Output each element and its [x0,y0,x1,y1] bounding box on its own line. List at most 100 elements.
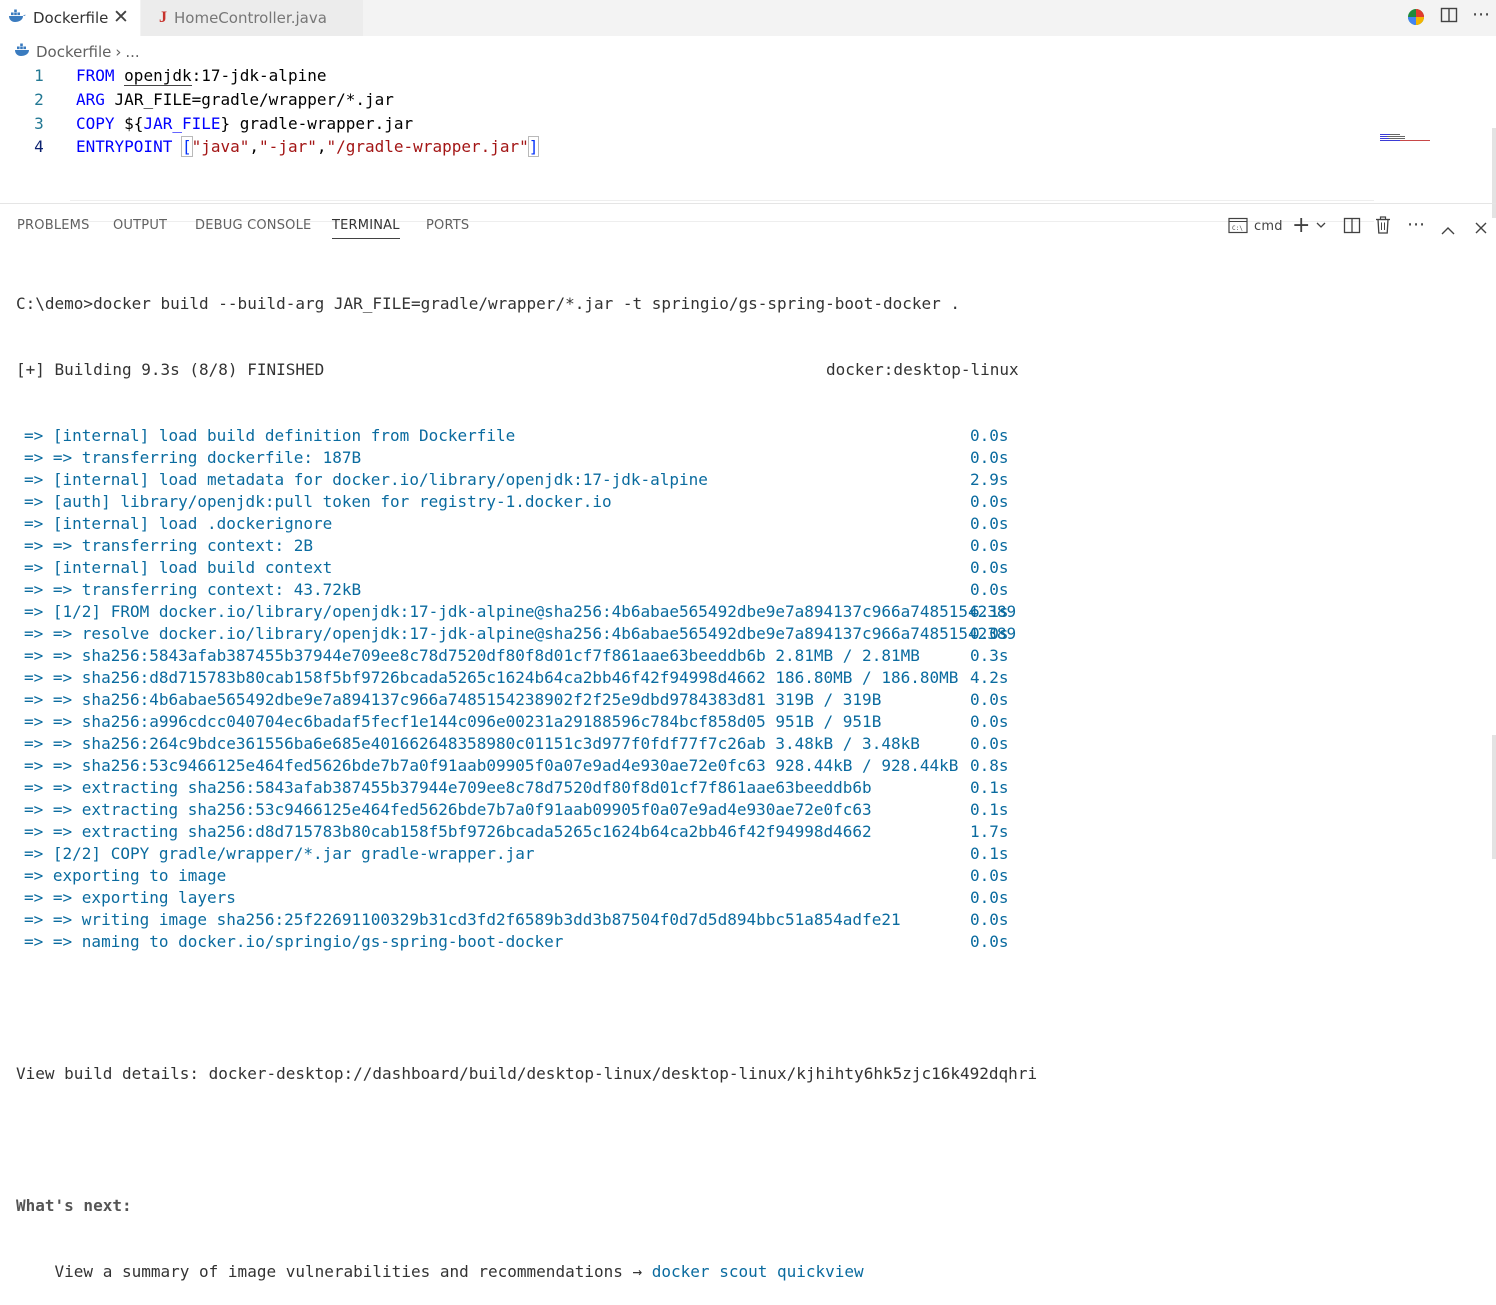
breadcrumb: Dockerfile › ... [14,41,144,63]
build-step-row: => => sha256:a996cdcc040704ec6badaf5fecf… [16,711,1037,733]
comma: , [249,137,260,156]
build-step-row: => => sha256:264c9bdce361556ba6e685e4016… [16,733,1037,755]
build-step-row: => => sha256:d8d715783b80cab158f5bf9726b… [16,667,1037,689]
code-editor[interactable]: 1 FROM openjdk:17-jdk-alpine 2 ARG JAR_F… [0,64,1496,222]
build-step-text: => => writing image sha256:25f2269110032… [24,910,901,929]
tab-terminal[interactable]: TERMINAL [332,218,400,239]
build-step-time: 0.0s [970,558,1009,577]
build-step-text: => => exporting layers [24,888,236,907]
keyword: ARG [76,90,105,109]
keyword: ENTRYPOINT [76,137,173,156]
line-number: 3 [34,114,44,133]
build-step-time: 1.7s [970,822,1009,841]
copilot-chart-icon[interactable] [1405,6,1427,32]
build-step-time: 0.0s [970,734,1009,753]
tab-problems[interactable]: PROBLEMS [17,218,90,233]
docker-whale-icon [8,9,26,27]
minimap[interactable] [1380,128,1430,141]
more-actions-icon[interactable]: ⋯ [1407,214,1425,235]
build-step-text: => exporting to image [24,866,227,885]
tab-debug-console[interactable]: DEBUG CONSOLE [195,218,311,233]
editor-tab-bar: Dockerfile ✕ J HomeController.java ⋯ [0,0,1496,36]
chevron-down-icon[interactable] [1316,219,1326,232]
whats-next-heading: What's next: [16,1196,132,1215]
tab-label: Dockerfile [33,9,109,27]
build-step-text: => => extracting sha256:d8d715783b80cab1… [24,822,872,841]
build-step-text: => => extracting sha256:53c9466125e464fe… [24,800,872,819]
tab-homecontroller[interactable]: J HomeController.java [141,0,363,36]
build-step-row: => => exporting layers 0.0s [16,887,1037,909]
terminal-icon[interactable]: C:\ [1228,217,1248,239]
tab-label: HomeController.java [174,9,327,27]
build-step-time: 0.0s [970,690,1009,709]
build-step-row: => [2/2] COPY gradle/wrapper/*.jar gradl… [16,843,1037,865]
split-editor-icon[interactable] [1440,6,1458,28]
tab-ports[interactable]: PORTS [426,218,469,233]
terminal-output[interactable]: C:\demo>docker build --build-arg JAR_FIL… [16,249,1037,1305]
breadcrumb-file[interactable]: Dockerfile [36,43,111,61]
java-icon: J [159,9,167,26]
build-step-time: 0.0s [970,580,1009,599]
build-details-link: View build details: docker-desktop://das… [16,1064,1038,1083]
tab-output[interactable]: OUTPUT [113,218,167,233]
build-step-row: => exporting to image 0.0s [16,865,1037,887]
build-step-text: => => resolve docker.io/library/openjdk:… [24,624,1017,643]
breadcrumb-separator: › [115,43,122,61]
build-step-time: 0.0s [970,910,1009,929]
build-step-text: => [internal] load build context [24,558,333,577]
breadcrumb-more[interactable]: ... [125,43,139,61]
build-step-time: 2.9s [970,470,1009,489]
terminal-command: C:\demo>docker build --build-arg JAR_FIL… [16,294,961,313]
code-line: ARG JAR_FILE=gradle/wrapper/*.jar [76,90,394,109]
copy-target: gradle-wrapper.jar [230,114,414,133]
string: "/gradle-wrapper.jar" [326,137,529,156]
build-step-time: 0.8s [970,756,1009,775]
build-step-time: 0.0s [970,888,1009,907]
keyword: COPY [76,114,115,133]
code-line: FROM openjdk:17-jdk-alpine [76,66,327,86]
build-step-row: => => sha256:4b6abae565492dbe9e7a894137c… [16,689,1037,711]
build-step-time: 0.0s [970,932,1009,951]
build-step-row: => => transferring dockerfile: 187B 0.0s [16,447,1037,469]
build-status: [+] Building 9.3s (8/8) FINISHED [16,360,325,379]
build-step-time: 0.1s [970,844,1009,863]
build-step-time: 6.1s [970,602,1009,621]
line-number: 4 [34,137,44,156]
build-step-row: => [auth] library/openjdk:pull token for… [16,491,1037,513]
build-step-text: => => sha256:d8d715783b80cab158f5bf9726b… [24,668,959,687]
build-step-time: 0.0s [970,536,1009,555]
more-actions-icon[interactable]: ⋯ [1472,4,1490,25]
terminal-shell-name[interactable]: cmd [1254,219,1283,234]
build-step-row: => => resolve docker.io/library/openjdk:… [16,623,1037,645]
terminal-scrollbar[interactable] [1492,735,1496,859]
build-step-text: => => naming to docker.io/springio/gs-sp… [24,932,564,951]
build-step-time: 0.3s [970,646,1009,665]
whats-next-line: View a summary of image vulnerabilities … [16,1261,1037,1283]
build-step-text: => => transferring dockerfile: 187B [24,448,362,467]
var-open: ${ [124,114,144,133]
close-panel-icon[interactable] [1475,218,1487,239]
svg-text:C:\: C:\ [1232,225,1243,232]
build-step-row: => => transferring context: 43.72kB 0.0s [16,579,1037,601]
build-steps: => [internal] load build definition from… [16,425,1037,953]
maximize-panel-icon[interactable] [1441,219,1455,240]
build-step-row: => => sha256:5843afab387455b37944e709ee8… [16,645,1037,667]
trash-icon[interactable] [1375,216,1391,239]
close-icon[interactable]: ✕ [113,8,129,27]
image-tag: :17-jdk-alpine [191,66,327,85]
build-step-text: => [internal] load metadata for docker.i… [24,470,708,489]
build-step-text: => [2/2] COPY gradle/wrapper/*.jar gradl… [24,844,535,863]
code-line: COPY ${JAR_FILE} gradle-wrapper.jar [76,114,413,133]
line-number: 1 [34,66,44,85]
build-step-text: => => sha256:a996cdcc040704ec6badaf5fecf… [24,712,882,731]
bracket-close: ] [527,136,540,157]
var-name: JAR_FILE [143,114,221,133]
build-step-time: 0.0s [970,624,1009,643]
new-terminal-icon[interactable]: + [1292,213,1310,238]
split-terminal-icon[interactable] [1343,217,1361,239]
build-step-text: => => extracting sha256:5843afab387455b3… [24,778,872,797]
build-step-time: 0.0s [970,426,1009,445]
tab-dockerfile[interactable]: Dockerfile ✕ [0,0,140,36]
build-step-time: 0.0s [970,492,1009,511]
docker-whale-icon [14,43,32,61]
